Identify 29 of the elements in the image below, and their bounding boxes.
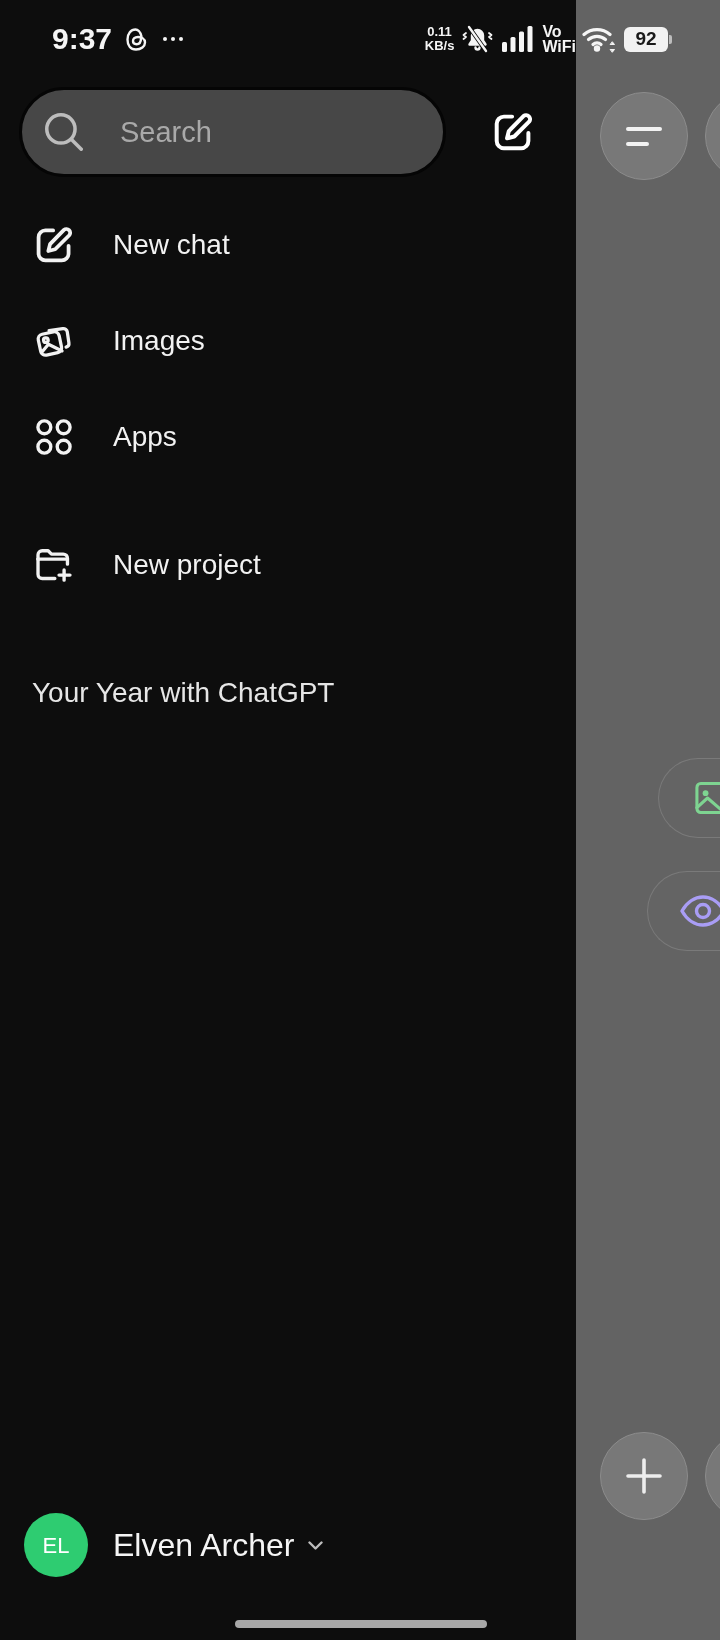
network-type-label: Vo bbox=[542, 24, 562, 39]
network-speed-unit: KB/s bbox=[424, 39, 455, 53]
new-chat-button[interactable] bbox=[494, 113, 532, 151]
clock-time: 9:37 bbox=[52, 22, 113, 56]
apps-grid-icon bbox=[36, 419, 72, 455]
project-item[interactable]: New project bbox=[36, 547, 261, 583]
compose-icon bbox=[494, 113, 532, 151]
folder-plus-icon bbox=[36, 547, 72, 583]
suggestion-chip[interactable] bbox=[658, 758, 720, 838]
menu-item[interactable]: Images bbox=[36, 323, 205, 359]
search-field[interactable]: Search bbox=[19, 87, 446, 177]
network-type-label: WiFi bbox=[542, 39, 576, 54]
account-switcher[interactable]: Elven Archer bbox=[113, 1525, 324, 1565]
battery-percentage: 92 bbox=[624, 26, 668, 52]
search-icon bbox=[45, 113, 83, 151]
at-sign-icon bbox=[126, 27, 148, 51]
suggestion-chip[interactable] bbox=[647, 871, 720, 951]
menu-item[interactable]: New chat bbox=[36, 227, 230, 263]
menu-item[interactable]: Apps bbox=[36, 419, 177, 455]
plus-icon bbox=[626, 1458, 662, 1494]
menu-icon bbox=[626, 126, 662, 146]
signal-bars-icon bbox=[502, 26, 534, 52]
chevron-down-icon bbox=[308, 1540, 324, 1550]
network-speed-value: 0.11 bbox=[427, 25, 452, 39]
more-dots-icon bbox=[163, 37, 184, 41]
compose-icon bbox=[36, 227, 72, 263]
year-recap-link[interactable]: Your Year with ChatGPT bbox=[32, 677, 335, 708]
wifi-icon bbox=[582, 25, 616, 53]
muted-bell-icon bbox=[462, 25, 494, 53]
